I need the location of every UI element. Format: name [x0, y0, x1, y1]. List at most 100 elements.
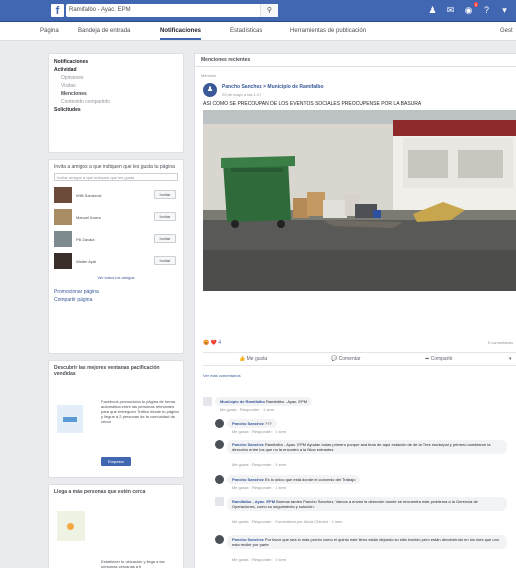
like-button[interactable]: 👍 Me gusta [239, 356, 267, 362]
invite-search-input[interactable]: Invitar amigos a que indiquen que les gu… [54, 173, 178, 181]
post-photo[interactable] [203, 110, 516, 291]
menu-activity[interactable]: Actividad [54, 66, 178, 74]
comment: Pancho Sanchez Es lo único que está dond… [215, 475, 515, 493]
search-icon[interactable]: ⚲ [260, 4, 278, 17]
comment-author[interactable]: Pancho Sanchez [232, 477, 264, 482]
main-column: Menciones recientes Mención ♟ Pancho San… [194, 53, 516, 568]
comment: Pancho Sanchez Por favor que sea lo más … [215, 535, 515, 563]
friend-avatar [54, 253, 72, 269]
comment-author[interactable]: Municipio de Ramifalbo [220, 399, 265, 404]
menu-notifications[interactable]: Notificaciones [54, 58, 178, 66]
friend-row: Walter Ayal Invitar [54, 251, 178, 271]
like-label: Me gusta [246, 356, 268, 362]
post-author[interactable]: Pancho Sanchez > Municipio de Ramifalbo [222, 84, 324, 90]
notifications-menu: Notificaciones Actividad Opiniones Visit… [48, 53, 184, 153]
post-timestamp[interactable]: 20 de mayo a las 1:17 · [222, 92, 264, 97]
friend-avatar [54, 231, 72, 247]
comment-avatar[interactable] [215, 440, 224, 449]
left-column: Notificaciones Actividad Opiniones Visit… [48, 53, 184, 568]
friend-requests-icon[interactable]: ♟ [427, 5, 438, 16]
promo-start-button[interactable]: Empezar [101, 457, 131, 466]
friend-avatar [54, 209, 72, 225]
comment: Municipio de Ramifalbo Ramifalbo - Ayac.… [203, 397, 503, 415]
comment-avatar[interactable] [215, 535, 224, 544]
share-button[interactable]: ➦ Compartir [425, 356, 453, 362]
invite-button[interactable]: Invitar [154, 212, 176, 221]
comment-meta[interactable]: Me gusta · Responder · 1 sem [232, 485, 286, 490]
promo-card: Descubrir las mejores ventanas pacificac… [48, 360, 184, 478]
comment-bubble: Pancho Sanchez ??? [227, 419, 277, 428]
comment-avatar[interactable] [215, 475, 224, 484]
tab-publishing-tools[interactable]: Herramientas de publicación [290, 28, 366, 34]
tab-manage[interactable]: Gest [500, 28, 513, 34]
comment-text: Es lo único que está donde el convenio d… [264, 477, 356, 482]
comment-bubble: Pancho Sanchez Por favor que sea lo más … [227, 535, 507, 549]
page-avatar-selector[interactable]: ▾ [509, 356, 512, 362]
friend-name[interactable]: Pili Zavala [76, 237, 94, 242]
menu-visits[interactable]: Visitas [54, 82, 178, 90]
reach-text: Establecer tu ubicación y llega a las pe… [101, 559, 165, 568]
menu-reviews[interactable]: Opiniones [54, 74, 178, 82]
search-box[interactable]: Ramifalbo - Ayac. EPM ⚲ [66, 4, 278, 17]
comment-meta[interactable]: Me gusta · Responder · 1 sem [232, 462, 286, 467]
help-icon[interactable]: ? [481, 5, 492, 16]
share-page-link[interactable]: Compartir página [54, 296, 178, 304]
share-label: Compartir [430, 356, 453, 362]
comment-meta[interactable]: Me gusta · Responder · 1 sem [220, 407, 274, 412]
comment-avatar[interactable] [215, 419, 224, 428]
invite-title: Invita a amigos a que indiquen que les g… [54, 164, 175, 170]
comment-author[interactable]: Pancho Sanchez [232, 421, 264, 426]
comment-meta[interactable]: Me gusta · Responder · 1 sem [232, 557, 286, 562]
invite-button[interactable]: Invitar [154, 234, 176, 243]
messages-icon[interactable]: ✉ [445, 5, 456, 16]
see-all-friends-link[interactable]: Ver todos los amigos [54, 275, 178, 280]
tab-notifications[interactable]: Notificaciones [160, 28, 202, 40]
post-text: ASI COMO SE PRECOUPAN DE LOS EVENTOS SOC… [203, 101, 422, 107]
comment: Pancho Sanchez Ramifalbo - Ayac. EPM Ayu… [215, 440, 515, 470]
comments-count[interactable]: 5 comentarios [488, 340, 513, 345]
promo-illustration [57, 405, 83, 433]
reach-title: Llega a más personas que estén cerca [54, 489, 146, 495]
menu-shared-content[interactable]: Contenido compartido [54, 98, 178, 106]
comment-text: ??? [264, 421, 272, 426]
comment-text: Ramifalbo - Ayac. EPM [266, 399, 308, 404]
friend-name[interactable]: Walter Ayal [76, 259, 96, 264]
comment: Ramifalbo - Ayac. EPM Buenas tardes Panc… [215, 497, 515, 531]
map-pin-icon [57, 511, 85, 541]
view-more-comments-link[interactable]: Ver más comentarios [203, 373, 241, 378]
friend-row: Manuel Ibarra Invitar [54, 207, 178, 227]
section-title: Menciones recientes [194, 53, 516, 67]
page-tabs: Página Bandeja de entrada Notificaciones… [0, 22, 516, 41]
invite-button[interactable]: Invitar [154, 256, 176, 265]
comment-label: Comentar [338, 356, 361, 362]
comment-avatar[interactable] [203, 397, 212, 406]
comment-meta[interactable]: Me gusta · Responder · 1 sem [232, 429, 286, 434]
promote-page-link[interactable]: Promocionar página [54, 288, 178, 296]
comment: Pancho Sanchez ??? Me gusta · Responder … [215, 419, 515, 435]
menu-mentions[interactable]: Menciones [54, 90, 178, 98]
tab-page[interactable]: Página [40, 28, 59, 34]
comment-meta[interactable]: Me gusta · Responder · Comentado por Ali… [232, 519, 343, 524]
invite-friends-card: Invita a amigos a que indiquen que les g… [48, 159, 184, 354]
post-tag: Mención [201, 73, 217, 78]
tab-inbox[interactable]: Bandeja de entrada [78, 28, 130, 34]
menu-arrow-icon[interactable]: ▾ [499, 5, 510, 16]
search-input[interactable]: Ramifalbo - Ayac. EPM [69, 7, 131, 13]
friend-name[interactable]: Manuel Ibarra [76, 215, 101, 220]
menu-requests[interactable]: Solicitudes [54, 106, 178, 114]
top-bar: f Ramifalbo - Ayac. EPM ⚲ ♟ ✉ ◉ 3 ? ▾ [0, 0, 516, 22]
friend-row: Pili Zavala Invitar [54, 229, 178, 249]
comment-button[interactable]: 💬 Comentar [331, 356, 361, 362]
reach-card: Llega a más personas que estén cerca Est… [48, 484, 184, 568]
tab-insights[interactable]: Estadísticas [230, 28, 262, 34]
top-icons: ♟ ✉ ◉ 3 ? ▾ [427, 2, 510, 16]
comment-bubble: Municipio de Ramifalbo Ramifalbo - Ayac.… [215, 397, 313, 406]
reactions-summary[interactable]: 😡 ❤️ 4 [203, 340, 221, 346]
friend-row: Wilfi Sandoval Invitar [54, 185, 178, 205]
author-avatar[interactable]: ♟ [203, 83, 217, 97]
invite-button[interactable]: Invitar [154, 190, 176, 199]
facebook-logo[interactable]: f [51, 4, 64, 17]
notifications-icon[interactable]: ◉ 3 [463, 2, 478, 16]
comment-avatar[interactable] [215, 497, 224, 506]
friend-name[interactable]: Wilfi Sandoval [76, 193, 101, 198]
